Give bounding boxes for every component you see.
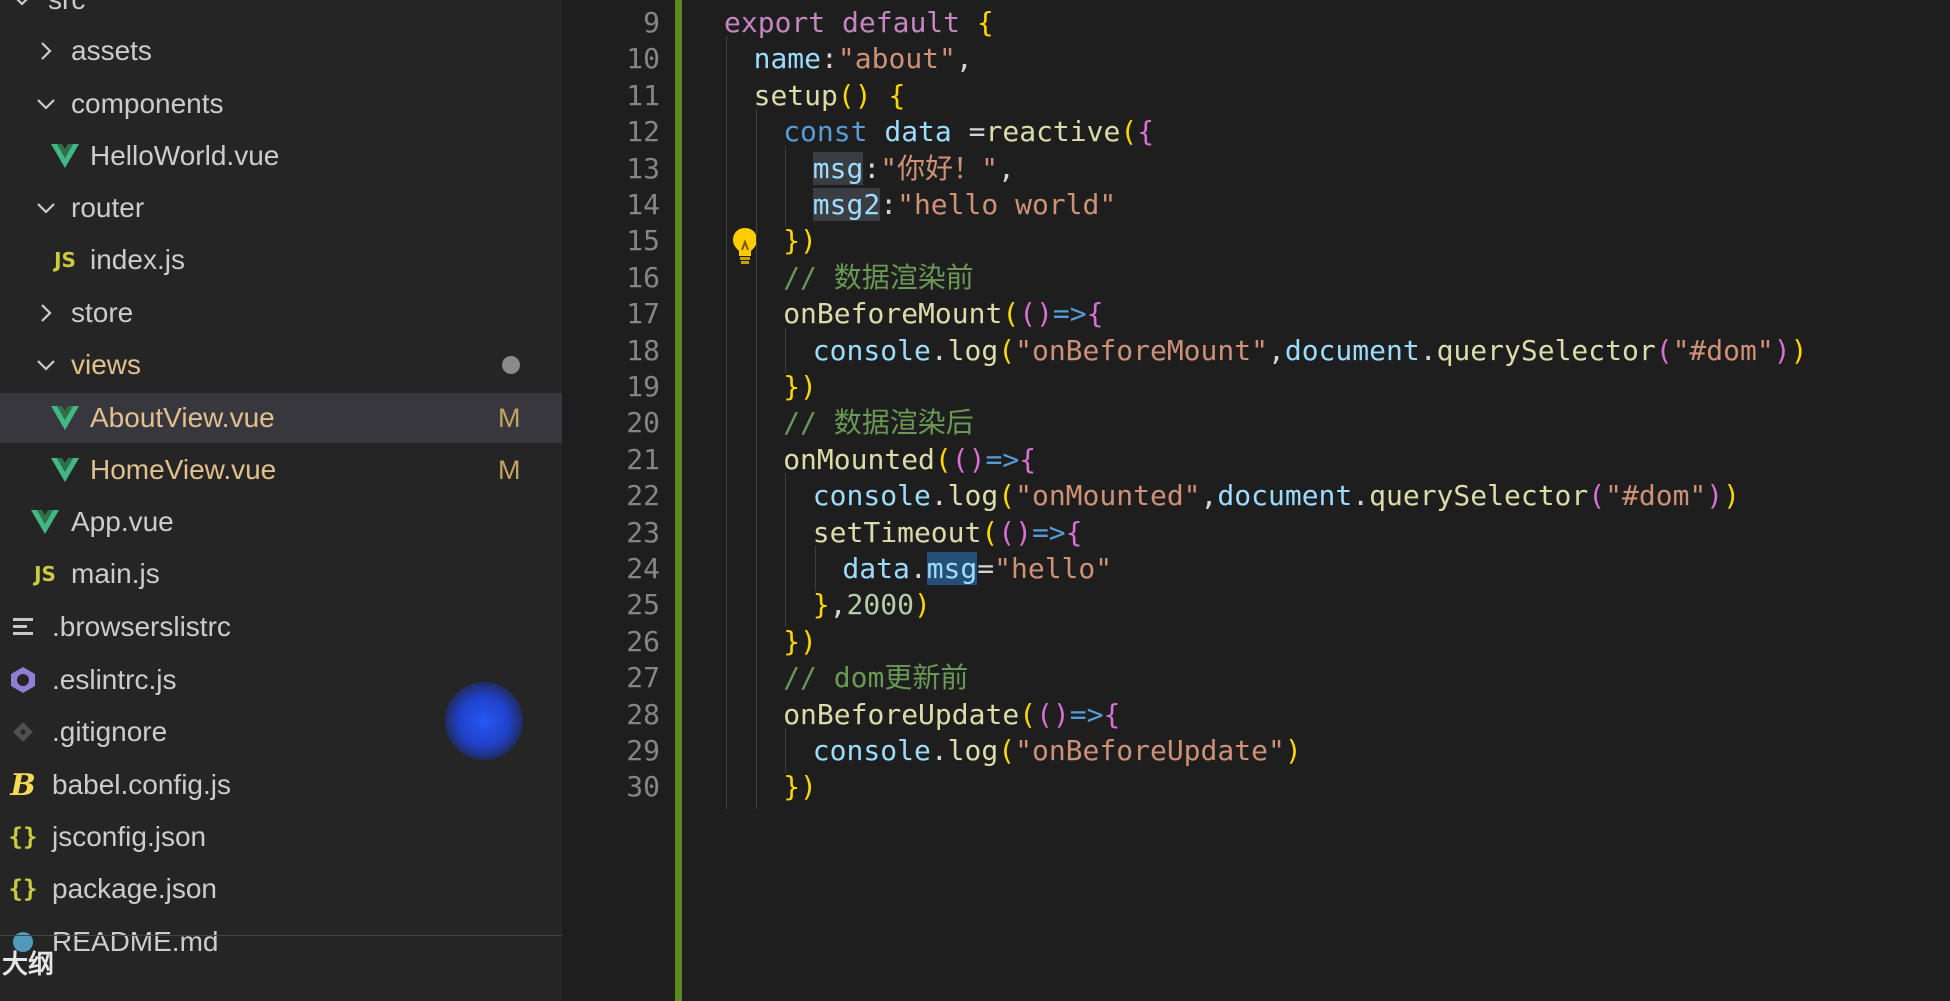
sidebar-item-aboutview-vue[interactable]: AboutView.vue M <box>0 393 562 443</box>
git-status-badge: M <box>498 454 521 485</box>
sidebar-item-views[interactable]: views <box>0 340 562 390</box>
sidebar-item-helloworld-vue[interactable]: HelloWorld.vue <box>0 131 562 181</box>
chevron-right-icon[interactable] <box>34 39 58 63</box>
chevron-down-icon[interactable] <box>34 196 58 220</box>
sidebar-item-label: main.js <box>71 558 160 589</box>
sidebar-item-assets[interactable]: assets <box>0 26 562 76</box>
sidebar-item-label: views <box>71 349 142 380</box>
json-file-icon: {} <box>8 823 38 851</box>
indent-guide <box>755 764 757 810</box>
sidebar-item-app-vue[interactable]: App.vue <box>0 497 562 547</box>
sidebar-item-components[interactable]: components <box>0 79 562 129</box>
mouse-cursor-highlight <box>445 682 523 760</box>
babel-file-icon: B <box>10 767 36 803</box>
config-file-icon <box>8 602 38 652</box>
panel-divider <box>0 935 562 936</box>
sidebar-item-label: store <box>71 297 134 328</box>
indent-guide <box>726 764 727 810</box>
sidebar-item-label: App.vue <box>71 506 174 537</box>
sidebar-item-label: AboutView.vue <box>90 402 275 433</box>
code-text: }) <box>783 770 817 804</box>
sidebar-item-package-json[interactable]: {} package.json <box>0 864 562 914</box>
explorer-sidebar: src assets components HelloWorld.vue router J… <box>0 0 562 1001</box>
sidebar-item-label: HelloWorld.vue <box>90 140 280 171</box>
sidebar-item-browserslistrc[interactable]: .browserslistrc <box>0 602 562 652</box>
sidebar-item-label: package.json <box>52 873 218 904</box>
git-status-badge: M <box>498 402 521 433</box>
sidebar-item-store[interactable]: store <box>0 288 562 338</box>
sidebar-item-readme-md[interactable]: README.md <box>0 917 562 967</box>
sidebar-item-label: components <box>71 88 224 119</box>
sidebar-item-label: assets <box>71 35 152 66</box>
sidebar-item-router[interactable]: router <box>0 183 562 233</box>
vue-file-icon <box>50 393 80 443</box>
vue-file-icon <box>50 445 80 495</box>
outline-panel-header[interactable]: 大纲 <box>2 944 54 981</box>
sidebar-item-label: router <box>71 192 145 223</box>
javascript-file-icon: JS <box>54 248 76 272</box>
sidebar-item-label: jsconfig.json <box>52 821 207 852</box>
chevron-right-icon[interactable] <box>34 301 58 325</box>
chevron-down-icon[interactable] <box>34 92 58 116</box>
sidebar-item-src[interactable]: src <box>0 0 562 25</box>
git-file-icon <box>8 707 38 757</box>
sidebar-item-index-js[interactable]: JS index.js <box>0 235 562 285</box>
chevron-down-icon[interactable] <box>34 353 58 377</box>
sidebar-item-label: src <box>48 0 85 16</box>
chevron-down-icon[interactable] <box>10 0 34 12</box>
vue-file-icon <box>50 131 80 181</box>
sidebar-item-label: HomeView.vue <box>90 454 277 485</box>
line-number: 30 <box>626 770 660 804</box>
sidebar-item-homeview-vue[interactable]: HomeView.vue M <box>0 445 562 495</box>
vue-file-icon <box>30 497 60 547</box>
modified-dot-icon <box>502 356 520 374</box>
sidebar-item-babel-config-js[interactable]: Bbabel.config.js <box>0 760 562 810</box>
sidebar-item-label: .eslintrc.js <box>52 664 177 695</box>
code-line[interactable]: 30}) <box>562 764 1950 810</box>
sidebar-item-label: .browserslistrc <box>52 611 231 642</box>
javascript-file-icon: JS <box>34 562 56 586</box>
json-file-icon: {} <box>8 875 38 903</box>
sidebar-item-label: babel.config.js <box>52 769 232 800</box>
sidebar-item-label: .gitignore <box>52 716 168 747</box>
sidebar-item-jsconfig-json[interactable]: {} jsconfig.json <box>0 812 562 862</box>
sidebar-item-main-js[interactable]: JS main.js <box>0 549 562 599</box>
sidebar-item-label: README.md <box>52 926 219 957</box>
code-editor[interactable]: 9 export default {10 name:"about", 11 setup(… <box>562 0 1950 1001</box>
eslint-file-icon <box>8 655 38 705</box>
sidebar-item-label: index.js <box>90 244 185 275</box>
